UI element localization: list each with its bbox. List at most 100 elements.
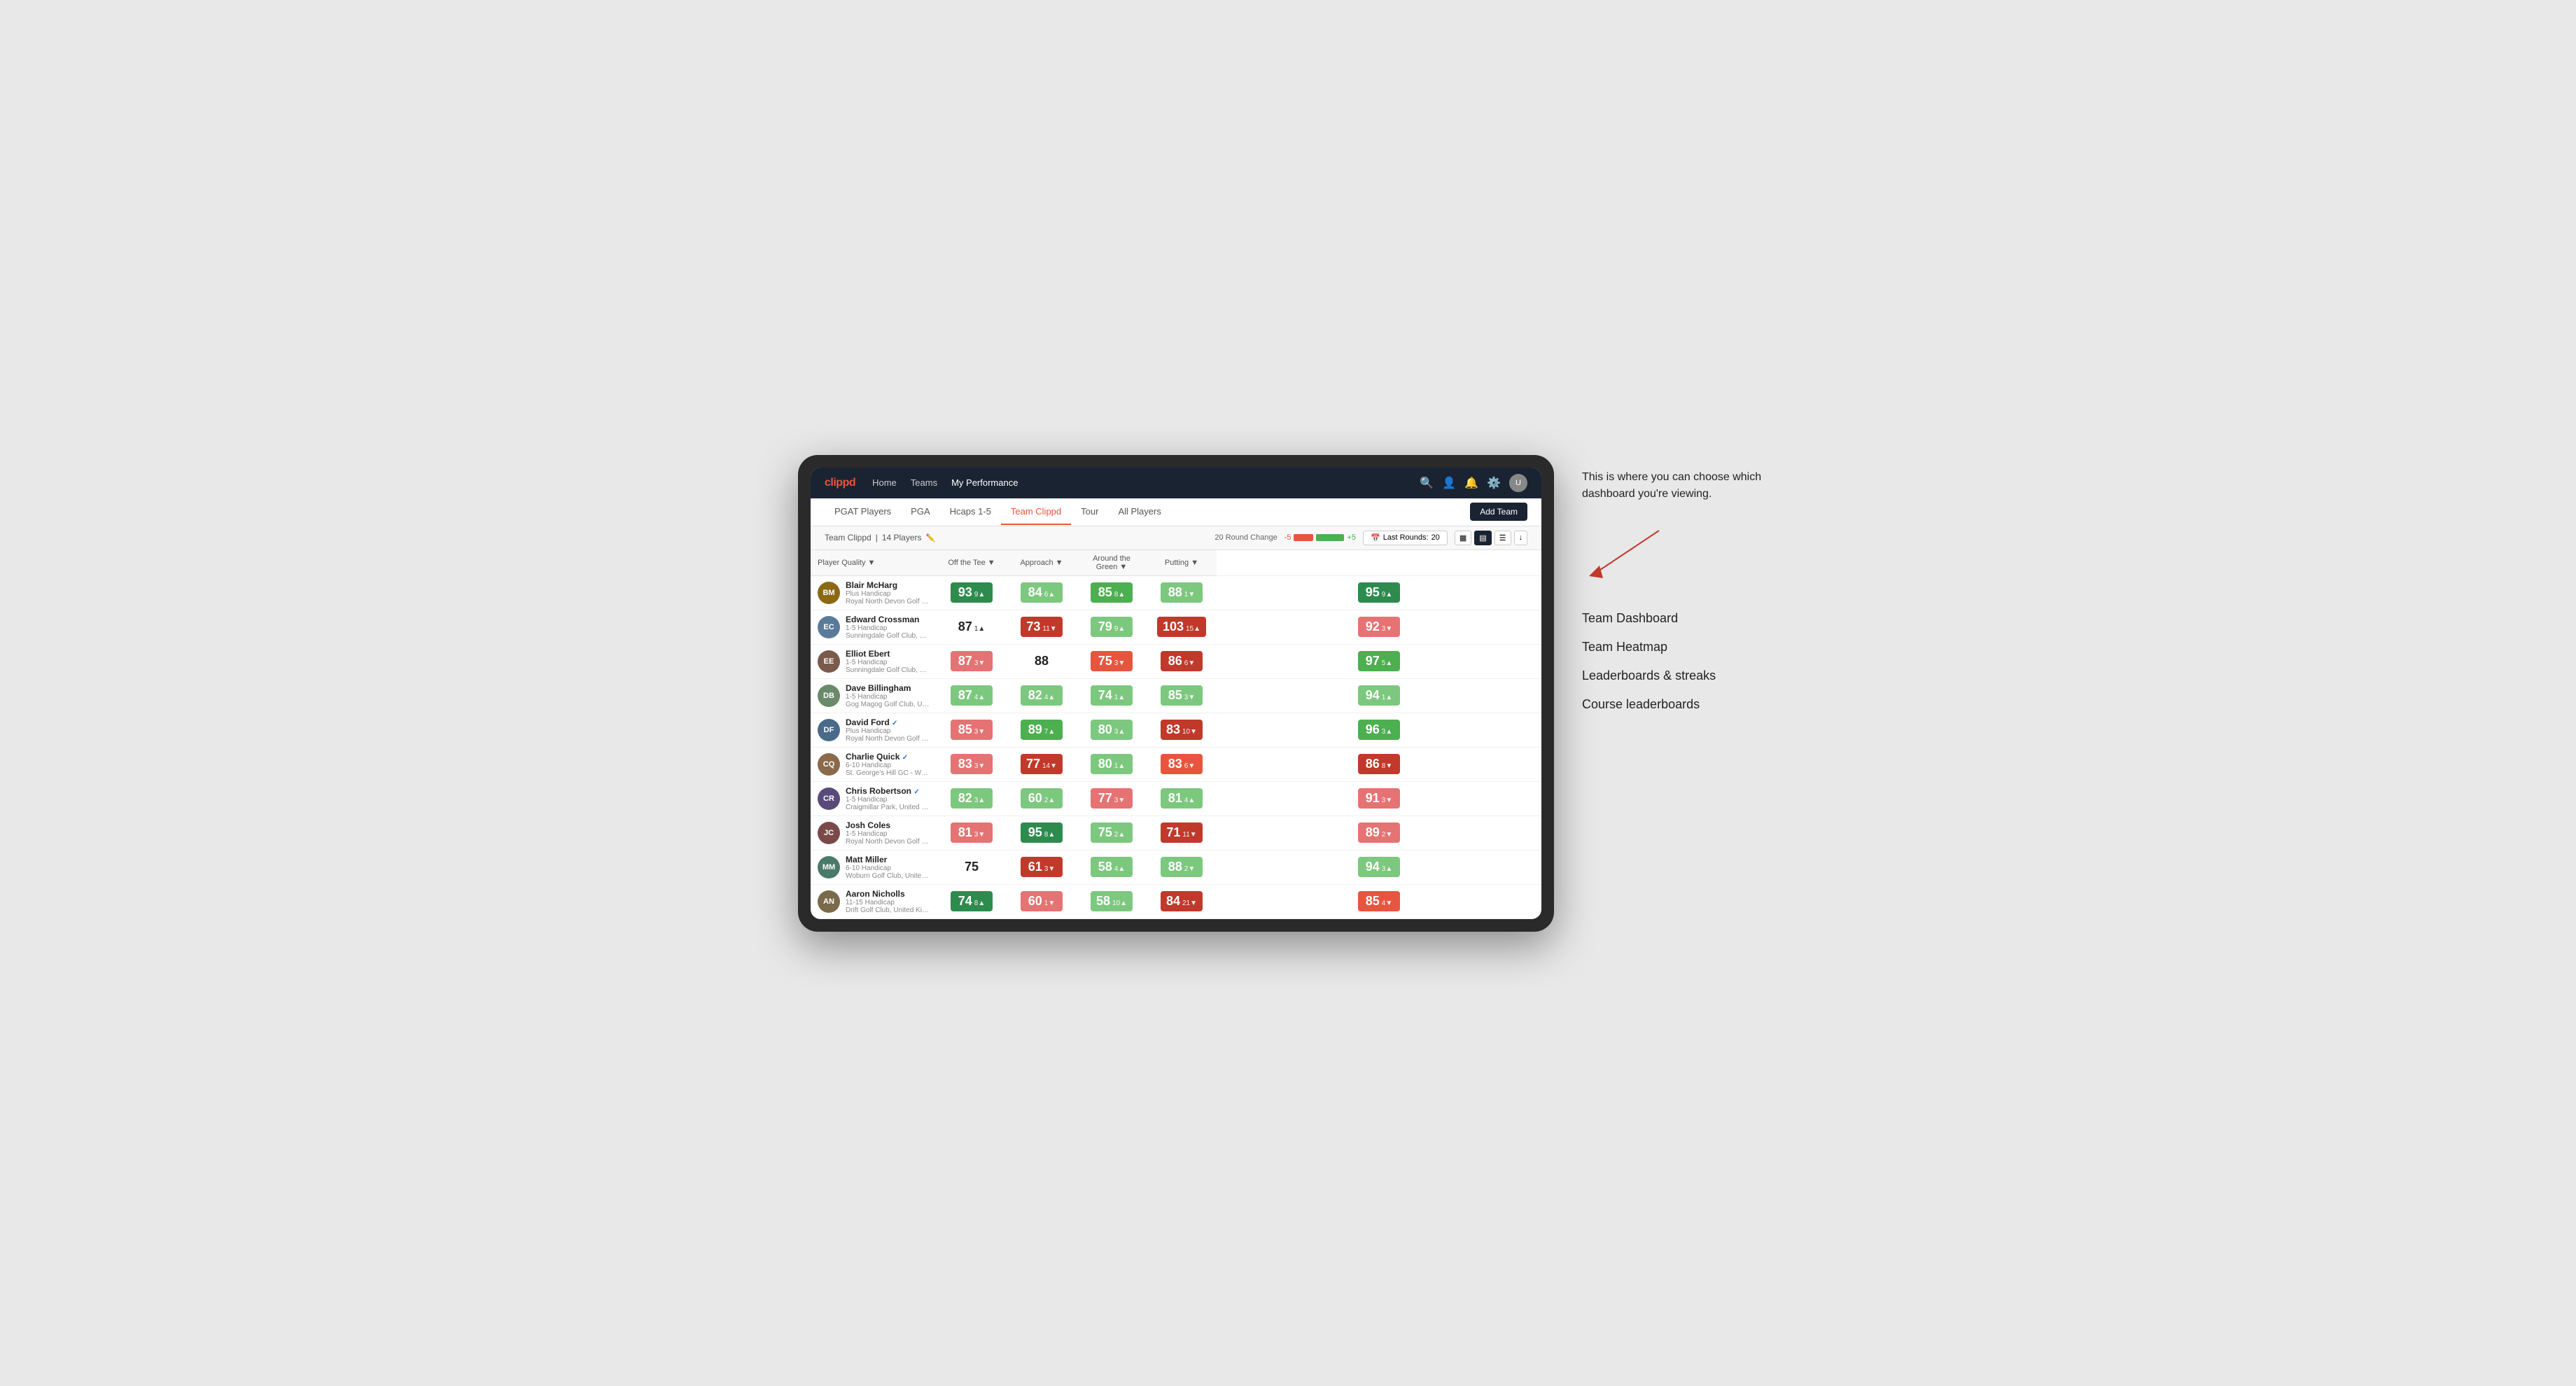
score-cell-9-2: 58 10▲ xyxy=(1077,884,1147,918)
table-row[interactable]: CQ Charlie Quick ✓ 6-10 Handicap St. Geo… xyxy=(811,747,1541,781)
table-wrapper: Player Quality ▼ Off the Tee ▼ Approach … xyxy=(811,550,1541,919)
bar-red xyxy=(1294,534,1313,541)
edit-icon[interactable]: ✏️ xyxy=(926,533,936,542)
team-name: Team Clippd xyxy=(825,533,872,542)
score-cell-7-2: 75 2▲ xyxy=(1077,816,1147,850)
table-row[interactable]: DB Dave Billingham 1-5 Handicap Gog Mago… xyxy=(811,678,1541,713)
score-box: 82 4▲ xyxy=(1021,685,1063,706)
player-info: Dave Billingham 1-5 Handicap Gog Magog G… xyxy=(846,683,930,708)
view-export-button[interactable]: ↓ xyxy=(1514,531,1528,545)
player-cell-9: AN Aaron Nicholls 11-15 Handicap Drift G… xyxy=(811,884,937,918)
score-box: 91 3▼ xyxy=(1358,788,1400,808)
view-grid-button[interactable]: ▦ xyxy=(1455,531,1471,545)
score-box: 83 6▼ xyxy=(1161,754,1203,774)
score-value: 87 xyxy=(958,688,972,703)
player-club: St. George's Hill GC - Weybridge - Surre… xyxy=(846,769,930,777)
score-box: 89 7▲ xyxy=(1021,720,1063,740)
table-row[interactable]: EC Edward Crossman 1-5 Handicap Sunningd… xyxy=(811,610,1541,644)
col-around-green[interactable]: Around the Green ▼ xyxy=(1077,550,1147,576)
score-box: 74 8▲ xyxy=(951,891,993,911)
col-putting[interactable]: Putting ▼ xyxy=(1147,550,1217,576)
score-cell-1-4: 92 3▼ xyxy=(1217,610,1541,644)
score-cell-5-2: 80 1▲ xyxy=(1077,747,1147,781)
score-cell-6-4: 91 3▼ xyxy=(1217,781,1541,816)
nav-link-home[interactable]: Home xyxy=(872,475,897,491)
table-row[interactable]: JC Josh Coles 1-5 Handicap Royal North D… xyxy=(811,816,1541,850)
score-delta: 3▲ xyxy=(1114,728,1125,736)
score-cell-0-3: 88 1▼ xyxy=(1147,575,1217,610)
score-box: 81 4▲ xyxy=(1161,788,1203,808)
score-cell-5-0: 83 3▼ xyxy=(937,747,1007,781)
table-row[interactable]: MM Matt Miller 6-10 Handicap Woburn Golf… xyxy=(811,850,1541,884)
user-icon[interactable]: 👤 xyxy=(1442,476,1456,490)
score-delta: 2▲ xyxy=(1114,831,1125,839)
bell-icon[interactable]: 🔔 xyxy=(1464,476,1478,490)
score-value: 83 xyxy=(958,757,972,771)
score-cell-8-2: 58 4▲ xyxy=(1077,850,1147,884)
nav-link-my-performance[interactable]: My Performance xyxy=(951,475,1018,491)
sub-nav-pga[interactable]: PGA xyxy=(901,499,939,525)
player-avatar: MM xyxy=(818,856,840,878)
score-box: 92 3▼ xyxy=(1358,617,1400,637)
sub-nav-team-clippd[interactable]: Team Clippd xyxy=(1001,499,1071,525)
score-value: 81 xyxy=(958,825,972,840)
menu-item-1: Team Heatmap xyxy=(1582,640,1778,654)
score-cell-0-0: 93 9▲ xyxy=(937,575,1007,610)
score-value: 85 xyxy=(1366,894,1380,909)
score-value: 60 xyxy=(1028,894,1042,909)
score-value: 80 xyxy=(1098,722,1112,737)
player-handicap: 6-10 Handicap xyxy=(846,864,930,872)
score-delta: 3▼ xyxy=(974,831,985,839)
sub-nav-pgat[interactable]: PGAT Players xyxy=(825,499,901,525)
score-value: 80 xyxy=(1098,757,1112,771)
search-icon[interactable]: 🔍 xyxy=(1420,476,1434,490)
score-box: 75 3▼ xyxy=(1091,651,1133,671)
settings-icon[interactable]: ⚙️ xyxy=(1487,476,1501,490)
add-team-button[interactable]: Add Team xyxy=(1470,503,1527,521)
team-header: Team Clippd | 14 Players ✏️ 20 Round Cha… xyxy=(811,526,1541,550)
last-rounds-button[interactable]: 📅 Last Rounds: 20 xyxy=(1363,531,1448,545)
view-list-button[interactable]: ☰ xyxy=(1494,531,1511,545)
score-cell-2-0: 87 3▼ xyxy=(937,644,1007,678)
table-body: BM Blair McHarg Plus Handicap Royal Nort… xyxy=(811,575,1541,918)
player-handicap: 1-5 Handicap xyxy=(846,624,930,632)
score-box: 61 3▼ xyxy=(1021,857,1063,877)
score-delta: 3▲ xyxy=(974,797,985,804)
player-club: Royal North Devon Golf Club, United King… xyxy=(846,838,930,846)
table-row[interactable]: BM Blair McHarg Plus Handicap Royal Nort… xyxy=(811,575,1541,610)
sub-nav-all-players[interactable]: All Players xyxy=(1108,499,1170,525)
col-off-tee[interactable]: Off the Tee ▼ xyxy=(937,550,1007,576)
score-value: 88 xyxy=(1168,585,1182,600)
score-delta: 4▲ xyxy=(1114,865,1125,873)
score-value: 77 xyxy=(1026,757,1040,771)
score-cell-4-0: 85 3▼ xyxy=(937,713,1007,747)
view-icons: ▦ ▤ ☰ ↓ xyxy=(1455,531,1527,545)
sub-nav-tour[interactable]: Tour xyxy=(1071,499,1108,525)
score-box: 87 1▲ xyxy=(951,617,993,637)
score-box: 83 10▼ xyxy=(1161,720,1203,740)
col-approach[interactable]: Approach ▼ xyxy=(1007,550,1077,576)
score-delta: 2▲ xyxy=(1044,797,1055,804)
player-avatar: AN xyxy=(818,890,840,913)
table-row[interactable]: EE Elliot Ebert 1-5 Handicap Sunningdale… xyxy=(811,644,1541,678)
score-value: 96 xyxy=(1366,722,1380,737)
avatar[interactable]: U xyxy=(1509,474,1527,492)
player-handicap: 6-10 Handicap xyxy=(846,762,930,769)
table-row[interactable]: AN Aaron Nicholls 11-15 Handicap Drift G… xyxy=(811,884,1541,918)
player-info: Aaron Nicholls 11-15 Handicap Drift Golf… xyxy=(846,889,930,914)
table-row[interactable]: CR Chris Robertson ✓ 1-5 Handicap Craigm… xyxy=(811,781,1541,816)
score-box: 82 3▲ xyxy=(951,788,993,808)
score-value: 73 xyxy=(1026,620,1040,634)
sub-nav-hcaps[interactable]: Hcaps 1-5 xyxy=(940,499,1001,525)
player-avatar: CQ xyxy=(818,753,840,776)
nav-link-teams[interactable]: Teams xyxy=(911,475,937,491)
score-box: 60 1▼ xyxy=(1021,891,1063,911)
score-value: 87 xyxy=(958,620,972,634)
score-box: 60 2▲ xyxy=(1021,788,1063,808)
score-delta: 11▼ xyxy=(1042,625,1056,633)
score-delta: 4▲ xyxy=(1044,694,1055,701)
view-table-button[interactable]: ▤ xyxy=(1474,531,1491,545)
score-delta: 6▼ xyxy=(1184,762,1195,770)
table-row[interactable]: DF David Ford ✓ Plus Handicap Royal Nort… xyxy=(811,713,1541,747)
score-cell-7-3: 71 11▼ xyxy=(1147,816,1217,850)
